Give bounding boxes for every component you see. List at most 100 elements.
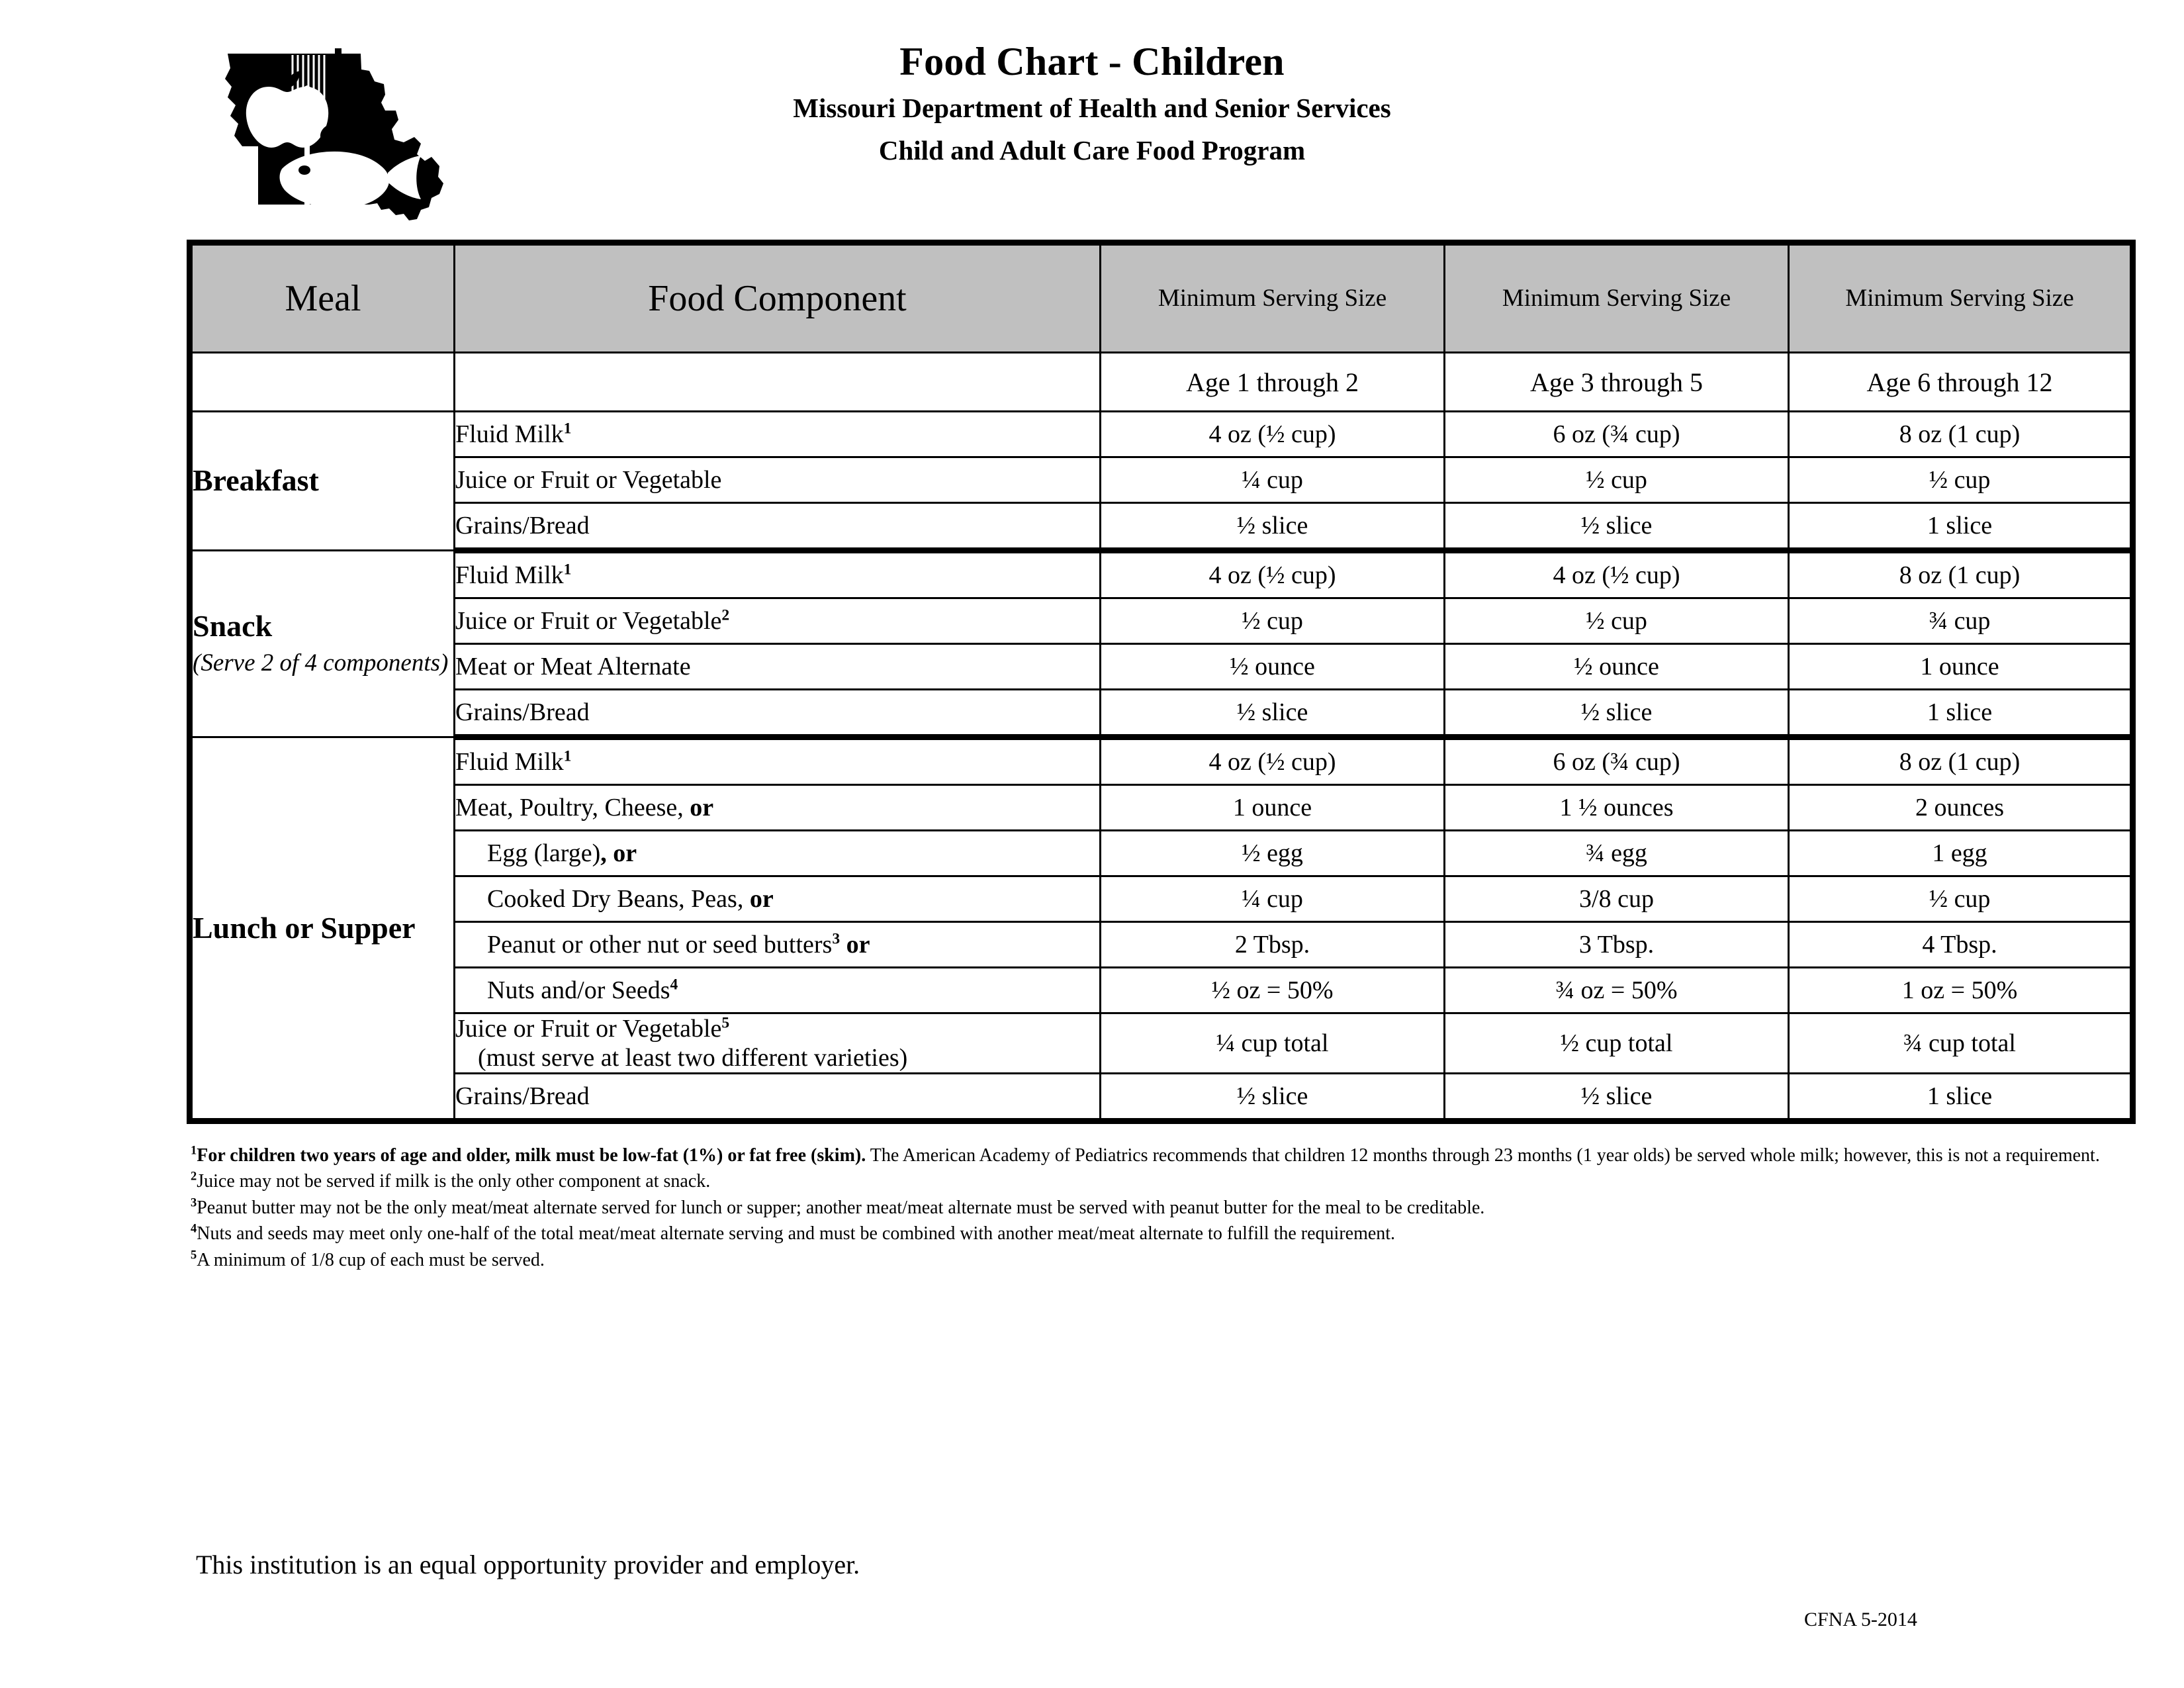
- food-component-label: Peanut or other nut or seed butters: [487, 931, 833, 959]
- food-component-label: Grains/Bread: [455, 1082, 590, 1110]
- footnote-1-rest-text: The American Academy of Pediatrics recom…: [866, 1145, 2100, 1166]
- food-component-cell: Peanut or other nut or seed butters3 or: [453, 921, 1101, 968]
- serving-size-cell-2: ¾ oz = 50%: [1443, 966, 1790, 1014]
- food-component-cell: Fluid Milk1: [453, 736, 1101, 786]
- meal-name: Lunch or Supper: [193, 910, 416, 945]
- serving-size-cell-1: ½ egg: [1099, 829, 1445, 877]
- serving-size-cell-1: ½ slice: [1099, 1072, 1445, 1122]
- serving-size-cell-3: ¾ cup: [1788, 597, 2134, 645]
- serving-size-cell-3: 1 oz = 50%: [1788, 966, 2134, 1014]
- column-header-serving-size-2: Minimum Serving Size: [1443, 242, 1790, 353]
- serving-size-cell-1: 4 oz (½ cup): [1099, 736, 1445, 786]
- or-conjunction: or: [690, 794, 714, 821]
- serving-size-cell-3: 8 oz (1 cup): [1788, 410, 2134, 458]
- or-conjunction: , or: [600, 839, 637, 867]
- meal-name: Snack: [193, 609, 273, 643]
- table-age-header-row: Age 1 through 2 Age 3 through 5 Age 6 th…: [189, 352, 2134, 412]
- serving-size-cell-3: ¾ cup total: [1788, 1012, 2134, 1074]
- food-component-cell: Meat or Meat Alternate: [453, 643, 1101, 690]
- footnote-3-text: Peanut butter may not be the only meat/m…: [197, 1197, 1485, 1218]
- serving-size-cell-1: 2 Tbsp.: [1099, 921, 1445, 968]
- title-block: Food Chart - Children Missouri Departmen…: [463, 40, 1721, 168]
- program-name: Child and Adult Care Food Program: [878, 134, 1306, 165]
- food-component-cell: Fluid Milk1: [453, 549, 1101, 599]
- or-conjunction: or: [749, 885, 774, 913]
- table-row: Breakfast Fluid Milk1 4 oz (½ cup) 6 oz (¾ …: [189, 410, 2134, 551]
- meal-cell: Snack (Serve 2 of 4 components): [189, 549, 455, 738]
- food-component-label: Fluid Milk: [455, 561, 564, 589]
- serving-size-cell-1: ½ oz = 50%: [1099, 966, 1445, 1014]
- food-component-cell: Grains/Bread: [453, 502, 1101, 553]
- table-row: Grains/Bread ½ slice ½ slice 1 slice: [190, 1072, 2134, 1122]
- serving-size-cell-3: 2 ounces: [1788, 784, 2134, 831]
- food-component-label: Nuts and/or Seeds: [487, 976, 670, 1004]
- table-row: Cooked Dry Beans, Peas, or ¼ cup 3/8 cup ½ …: [190, 875, 2134, 923]
- food-component-cell: Grains/Bread: [453, 1072, 1101, 1122]
- food-component-cell: Meat, Poultry, Cheese, or: [453, 784, 1101, 831]
- serving-size-cell-2: ½ slice: [1443, 1072, 1790, 1122]
- serving-size-cell-1: 4 oz (½ cup): [1099, 410, 1445, 458]
- food-component-cell: Juice or Fruit or Vegetable5 (must serve …: [453, 1012, 1101, 1074]
- serving-size-cell-1: ½ cup: [1099, 597, 1445, 645]
- footnote-ref: 5: [721, 1014, 730, 1032]
- table-row: Egg (large), or ½ egg ¾ egg 1 egg: [190, 829, 2134, 877]
- serving-size-cell-3: 8 oz (1 cup): [1788, 549, 2134, 599]
- footnote-ref: 3: [832, 930, 841, 948]
- footnote-1: 1For children two years of age and older…: [191, 1144, 2136, 1168]
- footnotes-block: 1For children two years of age and older…: [191, 1144, 2136, 1274]
- table-row: Juice or Fruit or Vegetable ¼ cup ½ cup ½ c…: [190, 456, 2134, 504]
- age-header-3-through-5: Age 3 through 5: [1443, 352, 1790, 412]
- serving-size-cell-2: 1 ½ ounces: [1443, 784, 1790, 831]
- missouri-state-outline-logo: [218, 36, 470, 225]
- serving-size-cell-2: ½ cup total: [1443, 1012, 1790, 1074]
- food-component-cell: Cooked Dry Beans, Peas, or: [453, 875, 1101, 923]
- serving-size-cell-3: 1 slice: [1788, 688, 2134, 740]
- food-component-label: Juice or Fruit or Vegetable: [455, 1015, 722, 1043]
- food-component-label: Cooked Dry Beans, Peas,: [487, 885, 750, 913]
- footnote-ref: 4: [670, 976, 678, 994]
- food-component-cell: Nuts and/or Seeds4: [453, 966, 1101, 1014]
- food-component-note: (must serve at least two different varie…: [478, 1044, 908, 1072]
- food-chart-table-container: Meal Food Component Minimum Serving Size…: [187, 240, 2136, 1124]
- food-component-label: Fluid Milk: [455, 748, 564, 776]
- column-header-serving-size-1: Minimum Serving Size: [1099, 242, 1445, 353]
- footnote-4-text: Nuts and seeds may meet only one-half of…: [197, 1223, 1396, 1244]
- food-component-cell: Fluid Milk1: [453, 410, 1101, 458]
- footnote-1-bold-text: For children two years of age and older,…: [197, 1145, 866, 1166]
- food-component-label: Grains/Bread: [455, 698, 590, 726]
- table-row: Nuts and/or Seeds4 ½ oz = 50% ¾ oz = 50% 1 …: [190, 966, 2134, 1014]
- footnote-1-marker: 1: [191, 1143, 197, 1157]
- serving-size-cell-2: 3 Tbsp.: [1443, 921, 1790, 968]
- meal-cell: Breakfast: [189, 410, 455, 551]
- serving-size-cell-1: 4 oz (½ cup): [1099, 549, 1445, 599]
- serving-size-cell-3: 8 oz (1 cup): [1788, 736, 2134, 786]
- serving-size-cell-3: 1 ounce: [1788, 643, 2134, 690]
- serving-size-cell-1: 1 ounce: [1099, 784, 1445, 831]
- serving-size-cell-3: ½ cup: [1788, 456, 2134, 504]
- page-header: Food Chart - Children Missouri Departmen…: [0, 0, 2184, 220]
- age-header-blank-meal: [189, 352, 455, 412]
- table-row: Snack (Serve 2 of 4 components) Fluid Milk…: [189, 549, 2134, 738]
- meal-cell: Lunch or Supper: [189, 736, 455, 1122]
- footnote-5-text: A minimum of 1/8 cup of each must be ser…: [197, 1249, 545, 1270]
- footnote-2: 2Juice may not be served if milk is the …: [191, 1170, 2136, 1194]
- serving-size-cell-2: 6 oz (¾ cup): [1443, 736, 1790, 786]
- serving-size-cell-2: 6 oz (¾ cup): [1443, 410, 1790, 458]
- serving-size-cell-2: ½ slice: [1443, 502, 1790, 553]
- footnote-3-marker: 3: [191, 1196, 197, 1209]
- food-component-label: Juice or Fruit or Vegetable: [455, 607, 722, 635]
- table-row: Grains/Bread ½ slice ½ slice 1 slice: [190, 502, 2134, 553]
- food-component-label: Fluid Milk: [455, 420, 564, 448]
- food-component-label: Juice or Fruit or Vegetable: [455, 466, 722, 494]
- department-name: Missouri Department of Health and Senior…: [793, 92, 1391, 123]
- footnote-4: 4Nuts and seeds may meet only one-half o…: [191, 1222, 2136, 1246]
- footnote-ref: 2: [721, 606, 730, 624]
- table-row: Meat or Meat Alternate ½ ounce ½ ounce 1 ou…: [190, 643, 2134, 690]
- food-component-cell: Juice or Fruit or Vegetable2: [453, 597, 1101, 645]
- footnote-4-marker: 4: [191, 1221, 197, 1235]
- meal-note: (Serve 2 of 4 components): [193, 649, 449, 677]
- footnote-2-text: Juice may not be served if milk is the o…: [197, 1171, 711, 1192]
- serving-size-cell-2: 3/8 cup: [1443, 875, 1790, 923]
- table-row: Lunch or Supper Fluid Milk1 4 oz (½ cup) 6 …: [189, 736, 2134, 1122]
- table-row: Grains/Bread ½ slice ½ slice 1 slice: [190, 688, 2134, 740]
